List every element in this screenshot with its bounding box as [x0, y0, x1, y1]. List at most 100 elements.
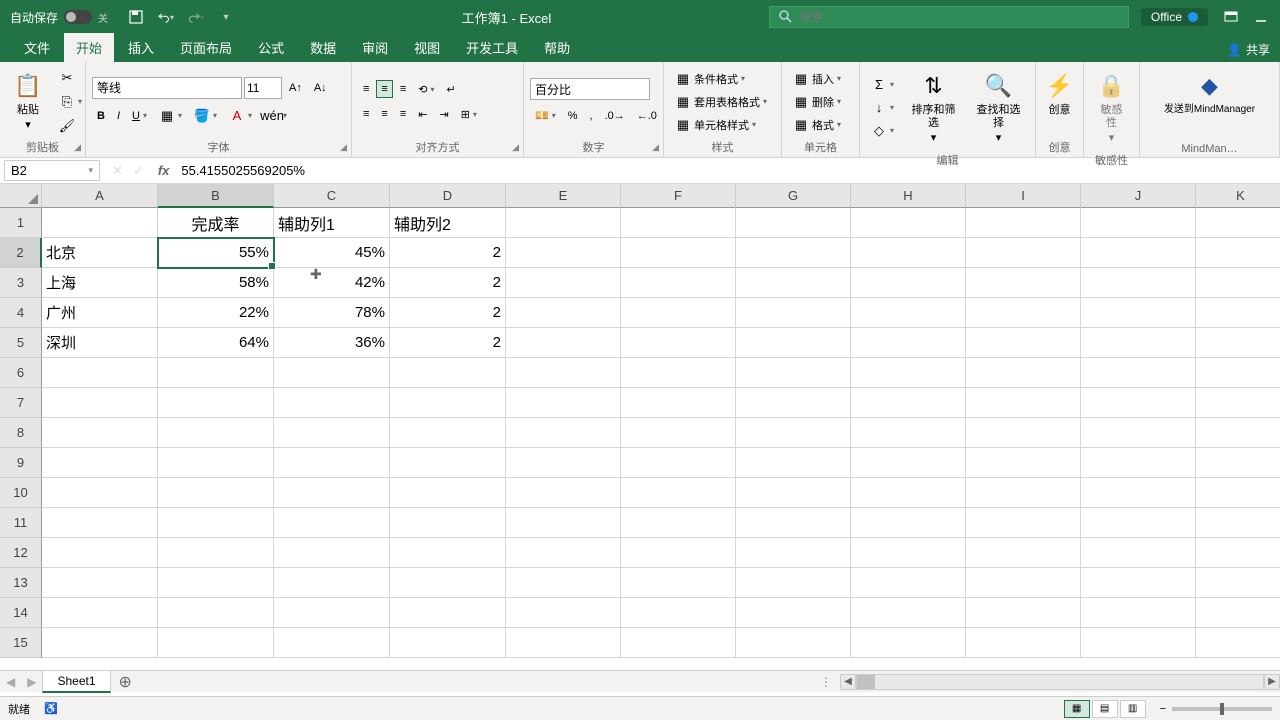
cell-H14[interactable] [851, 598, 966, 628]
cell-A5[interactable]: 深圳 [42, 328, 158, 358]
cell-B2[interactable]: 55% [158, 238, 274, 268]
tab-file[interactable]: 文件 [12, 33, 62, 62]
cell-J1[interactable] [1081, 208, 1196, 238]
name-box-dropdown-icon[interactable]: ▾ [88, 165, 93, 176]
cell-B12[interactable] [158, 538, 274, 568]
cell-H6[interactable] [851, 358, 966, 388]
phonetic-button[interactable]: wén▾ [259, 105, 292, 127]
cell-G7[interactable] [736, 388, 851, 418]
sensitivity-button[interactable]: 🔒 敏感性▾ [1090, 66, 1133, 150]
cell-J14[interactable] [1081, 598, 1196, 628]
hscroll-track[interactable] [856, 674, 1264, 690]
cell-F15[interactable] [621, 628, 736, 658]
comma-format-button[interactable]: , [585, 107, 598, 125]
cell-E3[interactable] [506, 268, 621, 298]
format-cells-button[interactable]: ▦格式▾ [788, 114, 853, 136]
cell-E8[interactable] [506, 418, 621, 448]
tab-review[interactable]: 审阅 [350, 33, 400, 62]
row-header-9[interactable]: 9 [0, 448, 42, 478]
increase-font-button[interactable]: A↑ [284, 79, 307, 97]
decrease-font-button[interactable]: A↓ [309, 79, 332, 97]
cell-I13[interactable] [966, 568, 1081, 598]
cell-A6[interactable] [42, 358, 158, 388]
cell-D13[interactable] [390, 568, 506, 598]
font-launcher-icon[interactable]: ◢ [340, 142, 347, 153]
cell-E5[interactable] [506, 328, 621, 358]
sheet-nav-prev-icon[interactable]: ◀ [0, 675, 21, 689]
minimize-icon[interactable] [1254, 10, 1268, 24]
column-header-F[interactable]: F [621, 184, 736, 208]
cell-F3[interactable] [621, 268, 736, 298]
number-launcher-icon[interactable]: ◢ [652, 142, 659, 153]
cell-J6[interactable] [1081, 358, 1196, 388]
ribbon-display-icon[interactable] [1224, 10, 1238, 24]
cell-I4[interactable] [966, 298, 1081, 328]
cell-G4[interactable] [736, 298, 851, 328]
tab-help[interactable]: 帮助 [532, 33, 582, 62]
cell-I6[interactable] [966, 358, 1081, 388]
tab-layout[interactable]: 页面布局 [168, 33, 244, 62]
cell-styles-button[interactable]: ▦单元格样式▾ [670, 114, 775, 136]
cell-K11[interactable] [1196, 508, 1280, 538]
cell-D2[interactable]: 2 [390, 238, 506, 268]
cancel-formula-icon[interactable]: ✕ [112, 163, 123, 179]
cell-G9[interactable] [736, 448, 851, 478]
bold-button[interactable]: B [92, 107, 110, 125]
clear-button[interactable]: ◇▾ [866, 120, 899, 142]
cell-H1[interactable] [851, 208, 966, 238]
cell-E12[interactable] [506, 538, 621, 568]
cell-E4[interactable] [506, 298, 621, 328]
cell-D15[interactable] [390, 628, 506, 658]
sheet-tab[interactable]: Sheet1 [42, 670, 110, 693]
column-header-B[interactable]: B [158, 184, 274, 208]
cell-I9[interactable] [966, 448, 1081, 478]
hscroll-right-icon[interactable]: ▶ [1264, 674, 1280, 690]
qat-customize-icon[interactable]: ▾ [218, 9, 234, 25]
ideas-button[interactable]: ⚡ 创意 [1042, 66, 1077, 121]
hscroll-thumb[interactable] [857, 675, 875, 689]
cell-I2[interactable] [966, 238, 1081, 268]
orientation-button[interactable]: ⟲▾ [413, 80, 439, 99]
tab-formulas[interactable]: 公式 [246, 33, 296, 62]
fx-icon[interactable]: fx [152, 163, 176, 178]
cell-H5[interactable] [851, 328, 966, 358]
hscroll-left-icon[interactable]: ◀ [840, 674, 856, 690]
cell-K6[interactable] [1196, 358, 1280, 388]
italic-button[interactable]: I [112, 107, 125, 125]
autosum-button[interactable]: Σ▾ [866, 74, 899, 96]
cell-B4[interactable]: 22% [158, 298, 274, 328]
align-left-button[interactable]: ≡ [358, 105, 374, 123]
cell-C8[interactable] [274, 418, 390, 448]
cell-A1[interactable] [42, 208, 158, 238]
cell-H3[interactable] [851, 268, 966, 298]
cell-G2[interactable] [736, 238, 851, 268]
cell-F14[interactable] [621, 598, 736, 628]
cell-K4[interactable] [1196, 298, 1280, 328]
fill-color-button[interactable]: 🪣▾ [189, 105, 222, 127]
cell-B7[interactable] [158, 388, 274, 418]
row-header-15[interactable]: 15 [0, 628, 42, 658]
cell-F11[interactable] [621, 508, 736, 538]
sheet-tab-menu-icon[interactable]: ⋮ [812, 675, 840, 689]
font-color-button[interactable]: A▾ [224, 105, 257, 127]
row-header-5[interactable]: 5 [0, 328, 42, 358]
format-as-table-button[interactable]: ▦套用表格格式▾ [670, 91, 775, 113]
row-header-8[interactable]: 8 [0, 418, 42, 448]
clipboard-launcher-icon[interactable]: ◢ [74, 142, 81, 153]
cell-K12[interactable] [1196, 538, 1280, 568]
cell-D3[interactable]: 2 [390, 268, 506, 298]
redo-icon[interactable]: ▾ [188, 9, 204, 25]
cell-D7[interactable] [390, 388, 506, 418]
font-name-input[interactable] [92, 77, 242, 99]
percent-format-button[interactable]: % [563, 107, 583, 125]
name-box[interactable]: B2 ▾ [4, 160, 100, 181]
cell-A10[interactable] [42, 478, 158, 508]
font-size-input[interactable] [244, 77, 282, 99]
cell-H13[interactable] [851, 568, 966, 598]
cell-J9[interactable] [1081, 448, 1196, 478]
row-header-1[interactable]: 1 [0, 208, 42, 238]
sort-filter-button[interactable]: ⇅ 排序和筛选▾ [903, 66, 964, 150]
cell-H4[interactable] [851, 298, 966, 328]
cut-button[interactable]: ✂ [54, 67, 87, 89]
cell-K9[interactable] [1196, 448, 1280, 478]
